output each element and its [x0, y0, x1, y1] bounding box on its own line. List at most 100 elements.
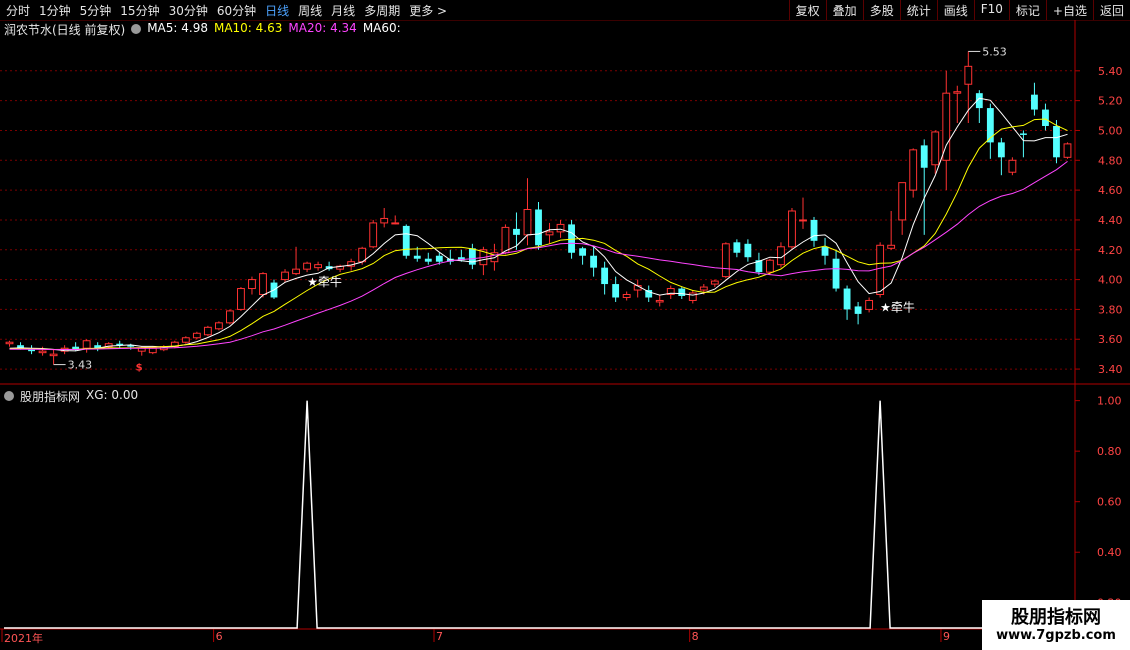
- candle-body: [633, 285, 642, 291]
- y-tick-label: 4.60: [1098, 184, 1123, 197]
- y-tick-label: 3.40: [1098, 363, 1123, 376]
- candle-body: [523, 209, 532, 236]
- candle-body: [854, 306, 862, 314]
- tab-4[interactable]: 30分钟: [169, 2, 208, 19]
- candle-body: [358, 247, 367, 263]
- candle-body: [347, 261, 356, 267]
- candle-body: [336, 265, 345, 270]
- ma5-value: MA5: 4.98: [147, 21, 208, 35]
- candle-body: [259, 273, 267, 296]
- toolbar-button-4[interactable]: 画线: [936, 0, 974, 20]
- y-tick-label: 4.20: [1098, 244, 1123, 257]
- candle-body: [733, 242, 741, 253]
- toolbar-button-1[interactable]: 叠加: [825, 0, 863, 20]
- tab-3[interactable]: 15分钟: [120, 2, 159, 19]
- ma10-value: MA10: 4.63: [213, 21, 283, 35]
- candle-body: [1053, 125, 1060, 158]
- candle-body: [710, 280, 719, 285]
- candle-body: [766, 259, 774, 273]
- candle-body: [920, 145, 928, 168]
- candle-body: [821, 246, 829, 256]
- toolbar-button-2[interactable]: 多股: [862, 0, 900, 20]
- candle-body: [721, 243, 730, 278]
- candle-body: [535, 209, 542, 246]
- candle-body: [49, 353, 58, 357]
- toolbar-button-0[interactable]: 复权: [788, 0, 826, 20]
- candle-body: [898, 182, 907, 221]
- watermark-title: 股朋指标网: [1011, 607, 1101, 628]
- tab-10[interactable]: 更多 >: [409, 2, 447, 19]
- price-chart-svg: 5.40 5.20 5.00 4.80 4.60 4.40 4.20 4.00 3.80 3.60…: [0, 20, 1130, 642]
- candle-body: [513, 228, 520, 235]
- candle-body: [127, 345, 135, 347]
- candle-body: [909, 149, 918, 191]
- xg-line: [4, 400, 1073, 629]
- site-watermark: 股朋指标网 www.7gpzb.com: [982, 600, 1130, 650]
- date-label: 8: [691, 630, 699, 643]
- main-chart-header: 润农节水(日线 前复权) MA5: 4.98 MA10: 4.63 MA20: …: [4, 21, 401, 37]
- y-tick-label: 4.00: [1098, 274, 1123, 287]
- candle-body: [788, 210, 796, 248]
- tab-5[interactable]: 60分钟: [217, 2, 256, 19]
- sub-y-tick-label: 0.40: [1097, 546, 1122, 559]
- indicator-title: 股朋指标网: [20, 390, 81, 404]
- stock-title: 润农节水(日线 前复权): [4, 23, 126, 37]
- toolbar-button-5[interactable]: F10: [973, 0, 1009, 20]
- tab-7[interactable]: 周线: [298, 2, 322, 19]
- candle-body: [38, 350, 47, 354]
- candle-body: [137, 347, 146, 352]
- candle-body: [380, 217, 389, 224]
- sub-y-tick-label: 1.00: [1097, 395, 1122, 408]
- candle-body: [402, 225, 410, 256]
- period-toolbar: 分时 1分钟 5分钟 15分钟 30分钟 60分钟 日线 周线 月线 多周期 更多 > 复权 叠加 多股…: [0, 0, 1130, 21]
- candle-body: [468, 248, 476, 265]
- tab-8[interactable]: 月线: [331, 2, 355, 19]
- y-tick-label: 4.80: [1098, 154, 1123, 167]
- tab-1[interactable]: 1分钟: [39, 2, 71, 19]
- tab-2[interactable]: 5分钟: [80, 2, 112, 19]
- ma60-value: MA60:: [362, 21, 401, 35]
- candle-body: [270, 282, 278, 298]
- candle-body: [744, 243, 752, 258]
- tab-6[interactable]: 日线: [265, 2, 289, 19]
- ma-line: [9, 97, 1068, 352]
- candle-body: [192, 332, 201, 339]
- toolbar-button-7[interactable]: +自选: [1045, 0, 1093, 20]
- signal-label: ★牵牛: [307, 274, 342, 289]
- candle-body: [457, 257, 465, 261]
- candle-body: [1031, 94, 1038, 110]
- toolbar-button-8[interactable]: 返回: [1092, 0, 1130, 20]
- candle-body: [1008, 159, 1017, 173]
- y-tick-label: 3.80: [1098, 303, 1123, 316]
- candle-body: [843, 288, 851, 310]
- candle-body: [203, 326, 212, 336]
- candle-body: [997, 142, 1005, 158]
- candle-body: [755, 260, 763, 273]
- candle-body: [645, 290, 653, 298]
- candle-body: [148, 347, 157, 354]
- candle-body: [699, 286, 708, 291]
- candle-body: [281, 271, 289, 281]
- period-tabs: 分时 1分钟 5分钟 15分钟 30分钟 60分钟 日线 周线 月线 多周期 更多 >: [6, 2, 456, 19]
- toolbar-button-3[interactable]: 统计: [899, 0, 937, 20]
- tab-0[interactable]: 分时: [6, 2, 30, 19]
- candle-body: [1063, 143, 1072, 158]
- toolbar-button-6[interactable]: 标记: [1008, 0, 1046, 20]
- candle-body: [369, 222, 378, 248]
- settings-circle-icon[interactable]: [131, 24, 142, 34]
- candle-body: [214, 322, 223, 330]
- sub-y-tick-label: 0.80: [1097, 445, 1122, 458]
- candle-body: [799, 219, 807, 222]
- candle-body: [601, 267, 609, 285]
- candle-body: [237, 288, 245, 310]
- candle-body: [413, 255, 421, 259]
- indicator-settings-icon[interactable]: [4, 391, 14, 401]
- ma-line: [9, 118, 1068, 351]
- candle-body: [942, 92, 951, 161]
- tab-9[interactable]: 多周期: [364, 2, 400, 19]
- candle-body: [170, 341, 179, 348]
- candle-body: [1042, 109, 1049, 126]
- candle-body: [556, 223, 565, 233]
- y-tick-label: 4.40: [1098, 214, 1123, 227]
- candle-body: [887, 244, 896, 249]
